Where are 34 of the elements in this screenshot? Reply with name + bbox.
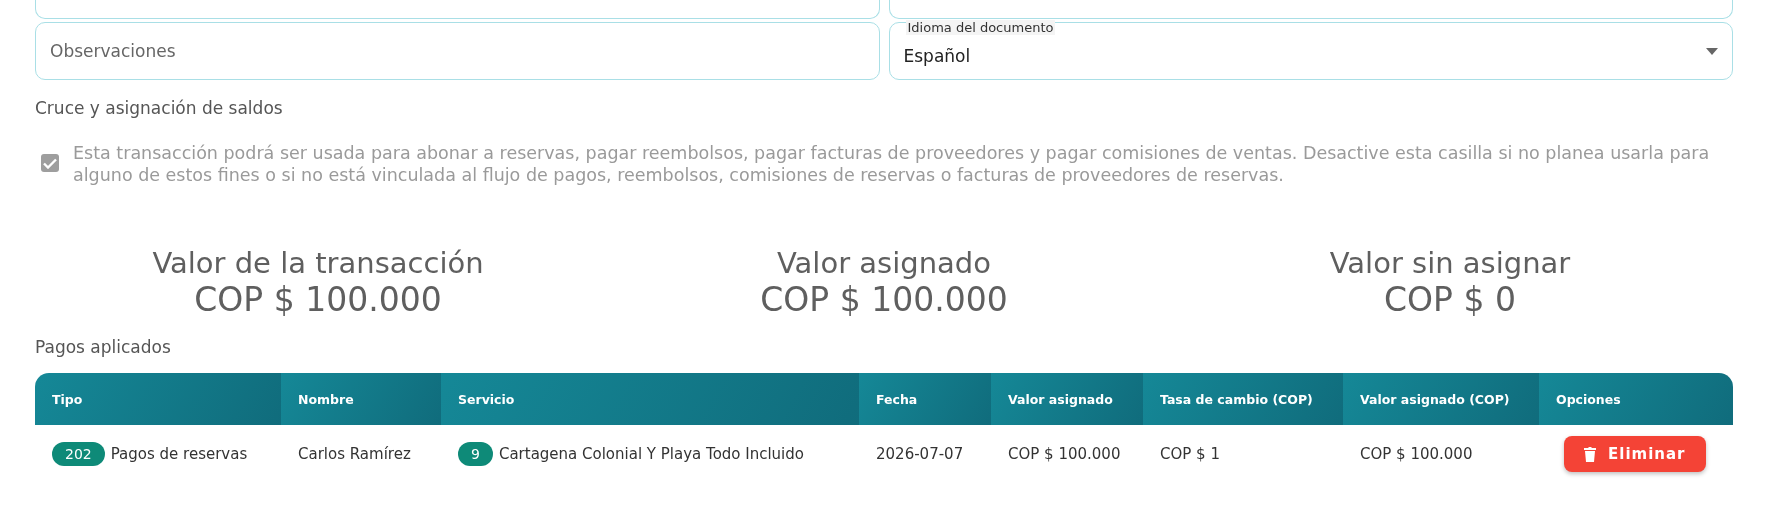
- column-header: Valor asignado (COP): [1343, 373, 1539, 425]
- section-title: Cruce y asignación de saldos: [35, 98, 284, 118]
- summary-label: Valor asignado: [777, 246, 991, 280]
- column-header: Valor asignado: [991, 373, 1143, 425]
- checkbox-label: Esta transacción podrá ser usada para abonar a reservas, pagar reembolsos, pagar facturas de proveedores y pagar comisiones de ventas. Desactive esta casilla si no planea usarla para alguno de estos fines o si no está vinculada al flujo de pagos, reembolsos, comisiones de reservas o facturas de proveedores de reservas.: [73, 142, 1711, 186]
- table-cell: COP $ 1: [1160, 445, 1220, 463]
- trash-icon: [1584, 446, 1596, 462]
- column-header: Tipo: [35, 373, 281, 425]
- table-cell: COP $ 100.000: [1360, 445, 1473, 463]
- delete-button[interactable]: Eliminar: [1564, 436, 1706, 472]
- table-cell: Pagos de reservas: [110, 445, 248, 463]
- summary-value: COP $ 100.000: [760, 280, 1008, 319]
- column-header: Nombre: [281, 373, 441, 425]
- column-header: Opciones: [1539, 373, 1733, 425]
- table-cell: Carlos Ramírez: [298, 445, 411, 463]
- id-badge: 9: [458, 442, 493, 466]
- column-header: Fecha: [859, 373, 991, 425]
- table-cell: 2026-07-07: [876, 445, 964, 463]
- table-cell: Cartagena Colonial Y Playa Todo Incluido: [498, 445, 804, 463]
- text-field[interactable]: [888, 0, 1733, 19]
- column-header: Tasa de cambio (COP): [1143, 373, 1343, 425]
- summary-value: COP $ 100.000: [194, 280, 442, 319]
- summary-value: COP $ 0: [1384, 280, 1516, 319]
- field-label: Idioma del documento: [905, 20, 1056, 35]
- observaciones-field[interactable]: Observaciones: [35, 22, 880, 80]
- summary-label: Valor de la transacción: [152, 246, 484, 280]
- text-field[interactable]: [35, 0, 880, 19]
- summary-label: Valor sin asignar: [1329, 246, 1571, 280]
- table-cell: COP $ 100.000: [1008, 445, 1121, 463]
- column-header: Servicio: [441, 373, 859, 425]
- id-badge: 202: [52, 442, 105, 466]
- language-select[interactable]: Idioma del documento Español: [888, 22, 1733, 80]
- section-title: Pagos aplicados: [35, 337, 172, 357]
- caret-icon: [1706, 47, 1718, 55]
